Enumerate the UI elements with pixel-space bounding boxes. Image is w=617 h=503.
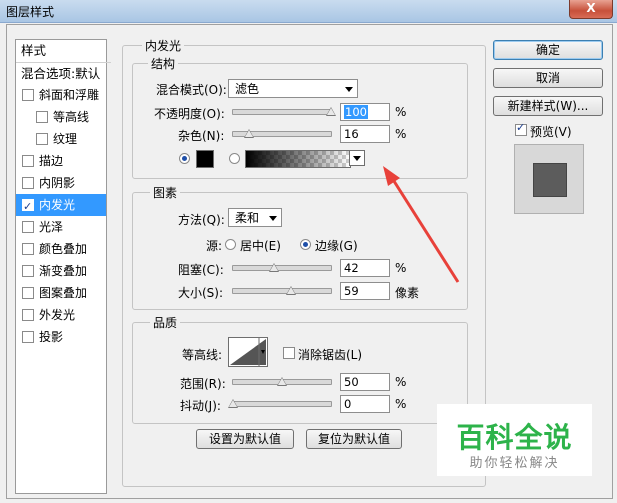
annotation-arrow-shaft <box>390 177 460 283</box>
annotation-arrow-head <box>383 166 400 186</box>
watermark-title: 百科全说 <box>456 421 573 454</box>
watermark-subtitle: 助你轻松解决 <box>469 456 560 471</box>
watermark: 百科全说 助你轻松解决 <box>437 404 592 476</box>
